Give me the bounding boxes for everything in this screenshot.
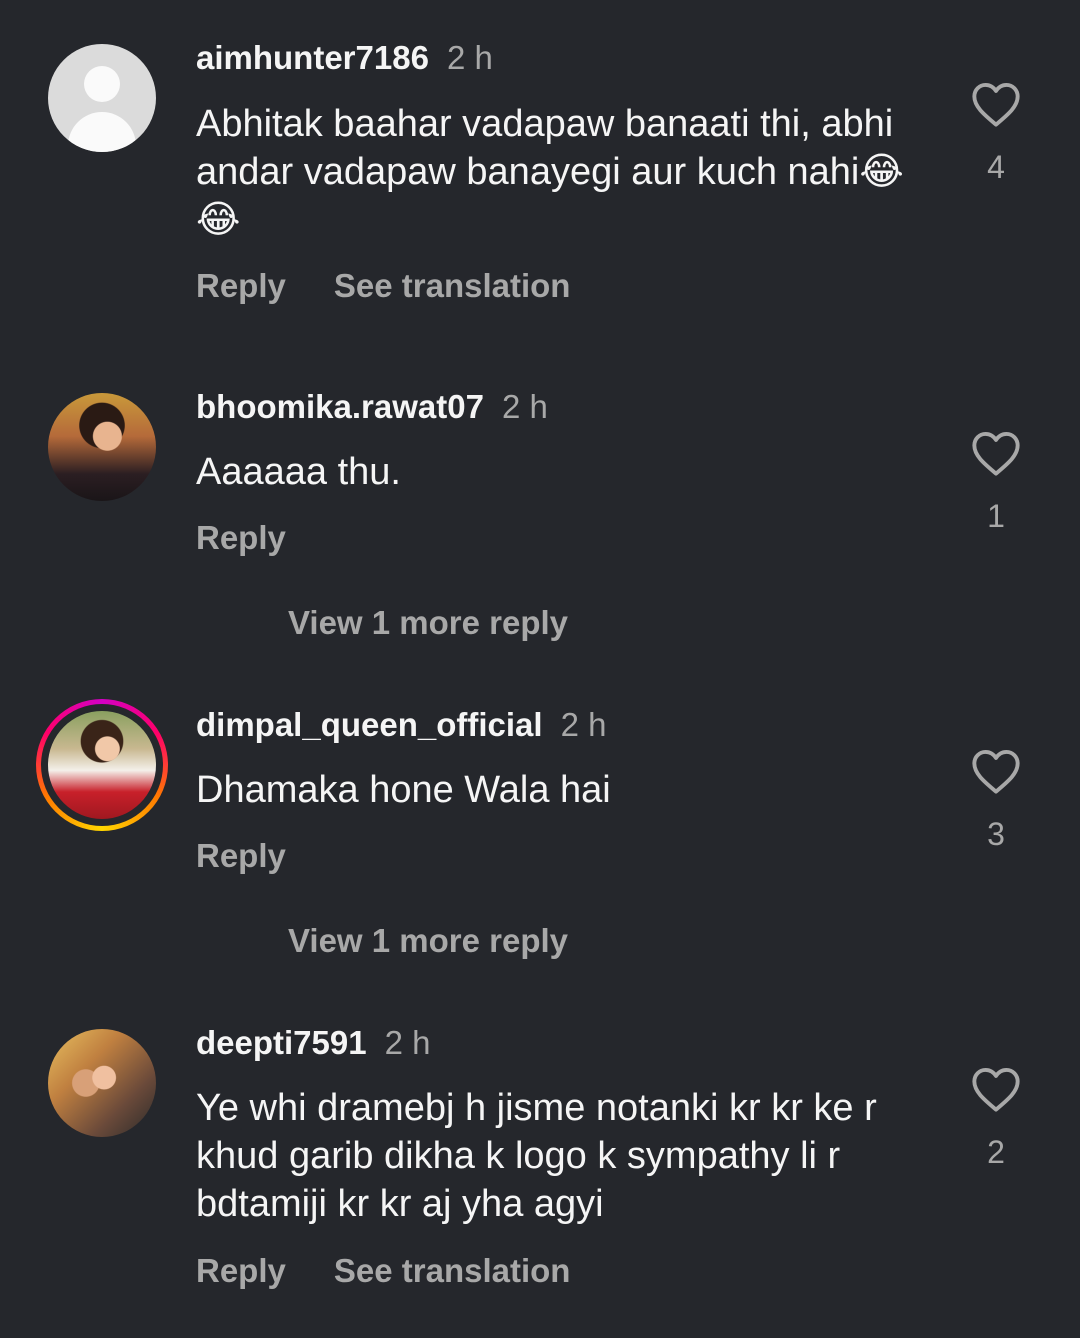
heart-outline-icon[interactable]	[970, 747, 1022, 795]
avatar[interactable]	[48, 1029, 156, 1137]
like-count: 1	[987, 498, 1005, 534]
avatar	[48, 711, 156, 819]
comment-username[interactable]: dimpal_queen_official	[196, 706, 543, 743]
reply-button[interactable]: Reply	[196, 266, 286, 306]
default-user-icon	[84, 66, 120, 102]
avatar[interactable]	[48, 44, 156, 152]
comment-time: 2 h	[446, 39, 493, 76]
like-count: 4	[987, 149, 1005, 185]
comment-username[interactable]: aimhunter7186	[196, 39, 429, 76]
see-translation-button[interactable]: See translation	[334, 1251, 571, 1291]
comment-text: Ye whi dramebj h jisme notanki kr kr ke …	[196, 1087, 877, 1225]
comment-time: 2 h	[560, 706, 607, 743]
comment-time: 2 h	[384, 1024, 431, 1061]
reply-button[interactable]: Reply	[196, 518, 286, 558]
like-count: 3	[987, 816, 1005, 852]
comments-list: aimhunter7186 2 h Abhitak baahar vadapaw …	[0, 0, 1080, 1338]
see-translation-button[interactable]: See translation	[334, 266, 571, 306]
view-more-replies-button[interactable]: View 1 more reply	[288, 921, 568, 961]
comment-text: Dhamaka hone Wala hai	[196, 769, 611, 811]
heart-outline-icon[interactable]	[970, 80, 1022, 128]
comment-time: 2 h	[501, 388, 548, 425]
reply-button[interactable]: Reply	[196, 1251, 286, 1291]
story-ring-avatar[interactable]	[36, 699, 168, 831]
avatar[interactable]	[48, 393, 156, 501]
comment-text: Aaaaaa thu.	[196, 451, 401, 493]
like-count: 2	[987, 1134, 1005, 1170]
heart-outline-icon[interactable]	[970, 429, 1022, 477]
reply-button[interactable]: Reply	[196, 836, 286, 876]
comment-username[interactable]: deepti7591	[196, 1024, 367, 1061]
comment-text: Abhitak baahar vadapaw banaati thi, abhi…	[196, 103, 904, 241]
comment-username[interactable]: bhoomika.rawat07	[196, 388, 484, 425]
heart-outline-icon[interactable]	[970, 1065, 1022, 1113]
view-more-replies-button[interactable]: View 1 more reply	[288, 603, 568, 643]
